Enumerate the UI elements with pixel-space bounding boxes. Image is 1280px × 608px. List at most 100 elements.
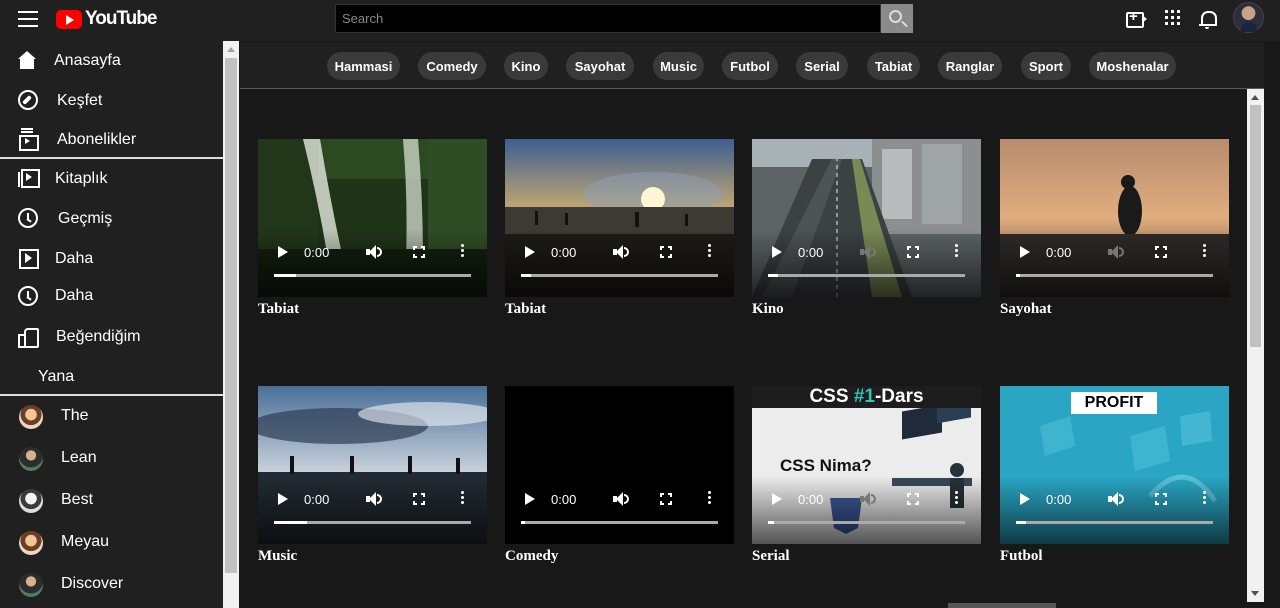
play-icon[interactable] (1020, 246, 1030, 258)
menu-icon[interactable] (18, 11, 38, 27)
user-avatar[interactable] (1233, 2, 1264, 33)
volume-icon[interactable] (366, 492, 382, 506)
sidebar-item-kitaplik[interactable]: Kitaplık (0, 161, 223, 197)
fullscreen-icon[interactable] (1155, 246, 1167, 258)
play-icon[interactable] (772, 246, 782, 258)
channel-avatar (19, 405, 43, 429)
progress-bar[interactable] (768, 274, 965, 277)
create-video-icon[interactable] (1125, 8, 1147, 30)
channel-item[interactable]: Best (0, 481, 223, 517)
chip-serial[interactable]: Serial (796, 52, 848, 80)
chip-sayohat[interactable]: Sayohat (566, 52, 634, 80)
channel-item[interactable]: Discover (0, 565, 223, 601)
fullscreen-icon[interactable] (660, 246, 672, 258)
video-card[interactable]: 0:00 (258, 386, 487, 544)
video-card[interactable]: 0:00 (505, 386, 734, 544)
play-icon[interactable] (772, 493, 782, 505)
more-options-icon[interactable] (955, 244, 958, 259)
video-card[interactable]: PROFIT 0:00 (1000, 386, 1229, 544)
bell-icon[interactable] (1197, 8, 1219, 30)
fullscreen-icon[interactable] (413, 493, 425, 505)
sidebar-item-daha-later[interactable]: Daha (0, 277, 223, 313)
progress-bar[interactable] (274, 274, 471, 277)
video-card[interactable]: 0:00 (1000, 139, 1229, 297)
play-icon[interactable] (278, 493, 288, 505)
progress-bar[interactable] (768, 521, 965, 524)
sidebar-item-label: Anasayfa (54, 52, 121, 69)
chip-kino[interactable]: Kino (504, 52, 548, 80)
sidebar-item-anasayfa[interactable]: Anasayfa (0, 43, 223, 79)
more-options-icon[interactable] (708, 491, 711, 506)
play-icon[interactable] (525, 493, 535, 505)
progress-bar[interactable] (1016, 521, 1213, 524)
sidebar-item-abonelikler[interactable]: Abonelikler (0, 121, 223, 157)
more-options-icon[interactable] (461, 244, 464, 259)
volume-muted-icon[interactable] (860, 245, 876, 259)
scrollbar-thumb[interactable] (1250, 105, 1261, 347)
volume-muted-icon[interactable] (1108, 245, 1124, 259)
more-options-icon[interactable] (1203, 244, 1206, 259)
chip-moshenalar[interactable]: Moshenalar (1089, 52, 1176, 80)
sidebar-item-gecmis[interactable]: Geçmiş (0, 200, 223, 236)
chip-hammasi[interactable]: Hammasi (327, 52, 400, 80)
chip-comedy[interactable]: Comedy (418, 52, 486, 80)
fullscreen-icon[interactable] (660, 493, 672, 505)
chip-tabiat[interactable]: Tabiat (867, 52, 920, 80)
sidebar-item-daha-videos[interactable]: Daha (0, 240, 223, 276)
volume-icon[interactable] (366, 245, 382, 259)
home-icon (18, 51, 38, 71)
sidebar-item-label: Geçmiş (58, 210, 113, 227)
volume-icon[interactable] (613, 245, 629, 259)
main-scrollbar[interactable] (1247, 89, 1264, 602)
more-options-icon[interactable] (1203, 491, 1206, 506)
volume-icon[interactable] (1108, 492, 1124, 506)
chip-sport[interactable]: Sport (1021, 52, 1071, 80)
sidebar-item-kesfet[interactable]: Keşfet (0, 82, 223, 118)
volume-icon[interactable] (613, 492, 629, 506)
scroll-down-arrow-icon[interactable] (1251, 591, 1259, 596)
play-icon[interactable] (1020, 493, 1030, 505)
channel-item[interactable]: The (0, 397, 223, 433)
horizontal-scrollbar-thumb[interactable] (948, 603, 1056, 608)
search-input[interactable] (335, 4, 881, 33)
youtube-logo[interactable]: YouTube (56, 8, 157, 30)
play-icon[interactable] (525, 246, 535, 258)
volume-muted-icon[interactable] (860, 492, 876, 506)
fullscreen-icon[interactable] (413, 246, 425, 258)
sidebar-divider (0, 394, 223, 396)
scroll-up-arrow-icon[interactable] (1251, 95, 1259, 100)
progress-bar[interactable] (274, 521, 471, 524)
sidebar-item-label: Abonelikler (57, 131, 137, 148)
video-time: 0:00 (304, 245, 330, 260)
sidebar-scrollbar[interactable] (223, 41, 239, 608)
fullscreen-icon[interactable] (1155, 493, 1167, 505)
progress-bar[interactable] (521, 521, 718, 524)
channel-item[interactable]: Lean (0, 439, 223, 475)
play-icon[interactable] (278, 246, 288, 258)
chip-ranglar[interactable]: Ranglar (938, 52, 1002, 80)
sidebar: Anasayfa Keşfet Abonelikler Kitaplık Geç… (0, 41, 223, 608)
progress-bar[interactable] (1016, 274, 1213, 277)
more-options-icon[interactable] (461, 491, 464, 506)
chip-futbol[interactable]: Futbol (722, 52, 778, 80)
search-button[interactable] (881, 4, 913, 33)
apps-grid-icon[interactable] (1163, 8, 1185, 30)
video-card[interactable]: CSS #1-Dars CSS Nima? 0:00 (752, 386, 981, 544)
scroll-up-arrow-icon[interactable] (227, 47, 235, 52)
more-options-icon[interactable] (955, 491, 958, 506)
video-time: 0:00 (798, 492, 824, 507)
video-time: 0:00 (798, 245, 824, 260)
sidebar-item-begendigim[interactable]: Beğendiğim (0, 318, 223, 354)
fullscreen-icon[interactable] (907, 246, 919, 258)
chip-music[interactable]: Music (653, 52, 704, 80)
video-card[interactable]: 0:00 (258, 139, 487, 297)
scrollbar-thumb[interactable] (225, 58, 237, 573)
video-card[interactable]: 0:00 (505, 139, 734, 297)
more-options-icon[interactable] (708, 244, 711, 259)
video-caption: Sayohat (1000, 301, 1052, 317)
video-card[interactable]: 0:00 (752, 139, 981, 297)
channel-item[interactable]: Meyau (0, 523, 223, 559)
progress-bar[interactable] (521, 274, 718, 277)
sidebar-section-title: Yana (38, 368, 75, 385)
fullscreen-icon[interactable] (907, 493, 919, 505)
